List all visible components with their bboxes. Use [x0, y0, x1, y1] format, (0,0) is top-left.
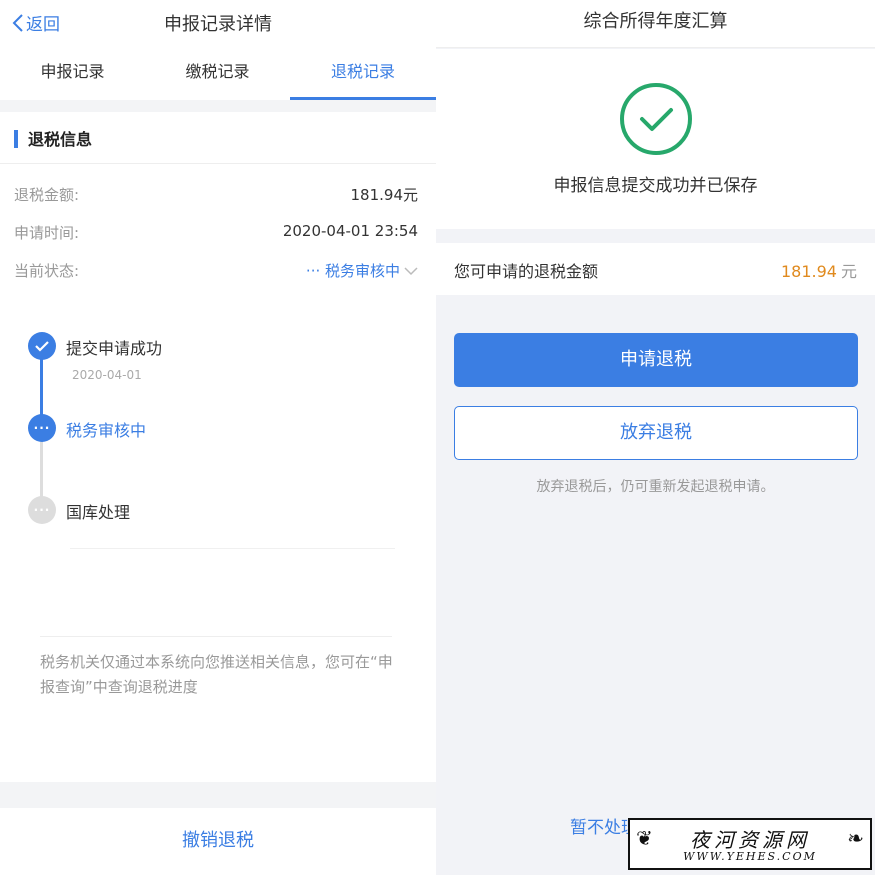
timeline-step-current-marker: ··· — [28, 414, 56, 442]
refund-amount-value: 181.94元 — [350, 186, 419, 204]
notice-text: 税务机关仅通过本系统向您推送相关信息，您可在“申报查询”中查询退税进度 — [40, 653, 393, 696]
apply-time-value: 2020-04-01 23:54 — [282, 222, 418, 240]
apply-refund-button[interactable]: 申请退税 — [454, 333, 858, 387]
refundable-amount-label: 您可申请的退税金额 — [454, 262, 599, 281]
timeline-step-done-marker — [28, 332, 56, 360]
refundable-amount-value: 181.94 — [781, 262, 837, 281]
chevron-down-icon — [404, 266, 418, 275]
cancel-refund-button[interactable]: 撤销退税 — [0, 808, 436, 875]
section-title: 退税信息 — [28, 130, 93, 149]
timeline-step-1-date: 2020-04-01 — [72, 368, 142, 382]
dots-icon: ··· — [33, 503, 51, 517]
status-label: 当前状态: — [14, 262, 80, 280]
refund-amount-row: 退税金额: 181.94元 — [14, 184, 418, 210]
status-value: ··· 税务审核中 — [305, 262, 400, 280]
check-circle-icon — [620, 83, 692, 155]
section-accent-bar — [14, 130, 18, 148]
success-card: 申报信息提交成功并已保存 — [436, 49, 875, 229]
divider — [40, 636, 392, 637]
left-nav-bar: 返回 申报记录详情 — [0, 0, 436, 46]
status-dropdown[interactable]: ··· 税务审核中 — [306, 260, 418, 281]
record-tabs: 申报记录 缴税记录 退税记录 — [0, 46, 436, 100]
left-panel: 返回 申报记录详情 申报记录 缴税记录 退税记录 退税信息 退税金额: 181.… — [0, 0, 436, 875]
divider — [70, 548, 395, 549]
refund-amount-card: 您可申请的退税金额 181.94 元 — [436, 243, 875, 295]
apply-time-label: 申请时间: — [14, 224, 80, 242]
page-title: 申报记录详情 — [164, 14, 272, 35]
tab-payment-records[interactable]: 缴税记录 — [145, 46, 290, 100]
tab-declaration-records[interactable]: 申报记录 — [0, 46, 145, 100]
timeline-line-pending — [40, 436, 43, 502]
site-watermark: ❦ 夜河资源网 WWW.YEHES.COM ❧ — [628, 818, 872, 870]
refundable-amount: 181.94 元 — [781, 258, 857, 282]
refundable-amount-unit: 元 — [840, 262, 857, 281]
status-row: 当前状态: ··· 税务审核中 — [14, 260, 418, 286]
apply-time-row: 申请时间: 2020-04-01 23:54 — [14, 222, 418, 248]
timeline-step-1-label: 提交申请成功 — [66, 339, 163, 358]
timeline-step-pending-marker: ··· — [28, 496, 56, 524]
watermark-en: WWW.YEHES.COM — [683, 850, 817, 863]
timeline-step-2-label: 税务审核中 — [66, 421, 147, 440]
success-message: 申报信息提交成功并已保存 — [553, 176, 758, 196]
section-header: 退税信息 — [0, 112, 436, 164]
check-icon — [35, 341, 49, 352]
right-panel: 综合所得年度汇算 申报信息提交成功并已保存 您可申请的退税金额 181.94 元 … — [436, 0, 875, 875]
dots-icon: ··· — [33, 421, 51, 435]
timeline-line-done — [40, 352, 43, 420]
refund-amount-label: 退税金额: — [14, 186, 80, 204]
timeline-step-3-label: 国库处理 — [66, 503, 131, 522]
ornament-right-icon: ❧ — [847, 826, 864, 850]
abandon-hint: 放弃退税后，仍可重新发起退税申请。 — [536, 479, 775, 495]
right-nav-title: 综合所得年度汇算 — [436, 0, 875, 48]
abandon-refund-button[interactable]: 放弃退税 — [454, 406, 858, 460]
watermark-cn: 夜河资源网 — [690, 828, 810, 852]
section-gap — [0, 100, 436, 112]
bottom-gap — [0, 782, 436, 808]
tab-refund-records[interactable]: 退税记录 — [290, 46, 436, 100]
